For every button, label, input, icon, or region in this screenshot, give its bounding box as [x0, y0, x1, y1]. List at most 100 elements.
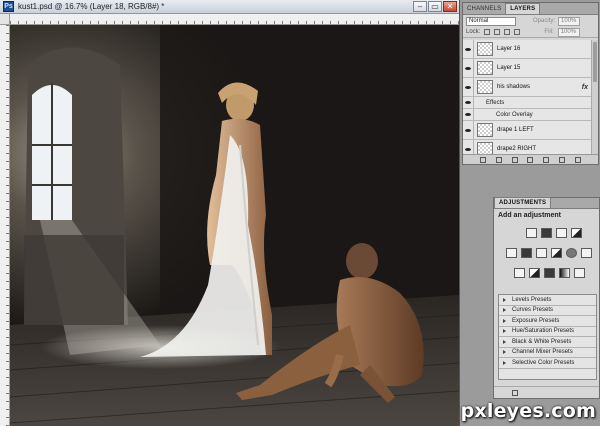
levels-icon[interactable]: [541, 228, 552, 238]
man-head: [346, 243, 378, 279]
dark-wall: [160, 25, 459, 310]
document-titlebar[interactable]: Ps kust1.psd @ 16.7% (Layer 18, RGB/8#) …: [0, 0, 459, 14]
panel-dock: CHANNELS LAYERS Normal Opacity: 100% Loc…: [459, 0, 600, 426]
scrollbar-thumb[interactable]: [593, 42, 597, 82]
stone-sill: [24, 235, 124, 325]
visibility-eye-icon[interactable]: [463, 59, 474, 77]
horizontal-ruler[interactable]: [10, 14, 459, 25]
layer-name: his shadows: [497, 84, 531, 90]
preset-item[interactable]: Channel Mixer Presets: [499, 348, 596, 358]
vibrance-icon[interactable]: [506, 248, 517, 258]
preset-item[interactable]: Levels Presets: [499, 295, 596, 306]
vertical-ruler[interactable]: [0, 25, 10, 426]
lock-label: Lock:: [466, 29, 481, 35]
layers-toolbar: [463, 154, 598, 164]
layer-row[interactable]: Layer 16: [463, 40, 591, 59]
layer-thumbnail: [477, 142, 493, 154]
layer-name: Layer 16: [497, 46, 521, 52]
add-style-icon[interactable]: [495, 156, 502, 163]
lock-image-icon[interactable]: [494, 29, 501, 35]
layer-name: drape2 RIGHT: [497, 146, 537, 152]
layer-list: Layer 16 Layer 15 his shadows fx Effects: [463, 40, 591, 154]
layers-scrollbar[interactable]: [591, 40, 598, 154]
lock-row: Lock: Fill: 100%: [463, 27, 598, 38]
layer-effects-icon[interactable]: fx: [582, 84, 588, 91]
adjustments-toolbar: [494, 386, 599, 398]
close-button[interactable]: ✕: [443, 1, 457, 12]
ruler-origin[interactable]: [0, 14, 10, 25]
new-group-icon[interactable]: [543, 156, 550, 163]
preset-item[interactable]: Curves Presets: [499, 306, 596, 316]
tab-layers[interactable]: LAYERS: [505, 3, 541, 14]
photo-filter-icon[interactable]: [566, 248, 577, 258]
lock-position-icon[interactable]: [504, 29, 511, 35]
effects-row[interactable]: Effects: [463, 97, 591, 109]
clip-to-layer-icon[interactable]: [512, 390, 518, 396]
add-mask-icon[interactable]: [511, 156, 518, 163]
photoshop-workspace: Ps kust1.psd @ 16.7% (Layer 18, RGB/8#) …: [0, 0, 600, 426]
hue-saturation-icon[interactable]: [521, 248, 532, 258]
layer-thumbnail: [477, 61, 493, 75]
maximize-button[interactable]: ▭: [428, 1, 442, 12]
color-overlay-row[interactable]: Color Overlay: [463, 109, 591, 121]
minimize-button[interactable]: –: [413, 1, 427, 12]
layers-panel-tabs: CHANNELS LAYERS: [463, 3, 598, 15]
visibility-eye-icon[interactable]: [463, 121, 474, 139]
adjustments-tab-bar: ADJUSTMENTS: [494, 197, 599, 209]
black-white-icon[interactable]: [551, 248, 562, 258]
effects-label: Effects: [486, 99, 505, 106]
fill-label: Fill:: [544, 29, 554, 35]
opacity-field[interactable]: 100%: [558, 16, 581, 26]
color-overlay-eye-icon[interactable]: [463, 109, 474, 120]
curves-icon[interactable]: [556, 228, 567, 238]
lock-all-icon[interactable]: [514, 29, 521, 35]
invert-icon[interactable]: [514, 268, 525, 278]
layer-name: drape 1 LEFT: [497, 127, 534, 133]
opacity-label: Opacity:: [533, 18, 556, 24]
layer-thumbnail: [477, 42, 493, 56]
channel-mixer-icon[interactable]: [581, 248, 592, 258]
new-adjustment-icon[interactable]: [527, 156, 534, 163]
layer-row[interactable]: drape2 RIGHT: [463, 140, 591, 154]
preset-item[interactable]: Hue/Saturation Presets: [499, 327, 596, 337]
color-overlay-label: Color Overlay: [496, 111, 533, 118]
adjustments-heading: Add an adjustment: [498, 212, 562, 219]
selective-color-icon[interactable]: [574, 268, 585, 278]
blend-mode-select[interactable]: Normal: [466, 16, 516, 26]
new-layer-icon[interactable]: [559, 156, 566, 163]
layer-thumbnail: [477, 80, 493, 94]
preset-item[interactable]: Exposure Presets: [499, 316, 596, 327]
brightness-contrast-icon[interactable]: [526, 228, 537, 238]
watermark-logo: pxleyes.com: [460, 400, 596, 422]
document-window: Ps kust1.psd @ 16.7% (Layer 18, RGB/8#) …: [0, 0, 459, 426]
tab-channels[interactable]: CHANNELS: [463, 4, 505, 14]
preset-item[interactable]: Black & White Presets: [499, 337, 596, 348]
image-canvas[interactable]: [10, 25, 459, 426]
preset-item[interactable]: Selective Color Presets: [499, 358, 596, 369]
exposure-icon[interactable]: [571, 228, 582, 238]
tab-adjustments[interactable]: ADJUSTMENTS: [494, 197, 552, 208]
visibility-eye-icon[interactable]: [463, 40, 474, 58]
layer-row[interactable]: his shadows fx: [463, 78, 591, 97]
gradient-map-icon[interactable]: [559, 268, 570, 278]
layer-row[interactable]: drape 1 LEFT: [463, 121, 591, 140]
color-balance-icon[interactable]: [536, 248, 547, 258]
link-layers-icon[interactable]: [479, 156, 486, 163]
visibility-eye-icon[interactable]: [463, 140, 474, 154]
adjustments-panel: ADJUSTMENTS Add an adjustment Levels Pre…: [493, 197, 600, 399]
effects-eye-icon[interactable]: [463, 97, 474, 108]
window-controls: – ▭ ✕: [413, 1, 457, 12]
layer-name: Layer 15: [497, 65, 521, 71]
room-scene-image: [10, 25, 459, 426]
delete-layer-icon[interactable]: [574, 156, 581, 163]
lock-transparency-icon[interactable]: [484, 29, 491, 35]
adjustment-icon-grid: [494, 222, 599, 284]
layer-thumbnail: [477, 123, 493, 137]
fill-field[interactable]: 100%: [557, 27, 580, 37]
posterize-icon[interactable]: [529, 268, 540, 278]
visibility-eye-icon[interactable]: [463, 78, 474, 96]
layers-panel: CHANNELS LAYERS Normal Opacity: 100% Loc…: [462, 2, 599, 165]
threshold-icon[interactable]: [544, 268, 555, 278]
layer-row[interactable]: Layer 15: [463, 59, 591, 78]
document-title: kust1.psd @ 16.7% (Layer 18, RGB/8#) *: [18, 2, 165, 11]
